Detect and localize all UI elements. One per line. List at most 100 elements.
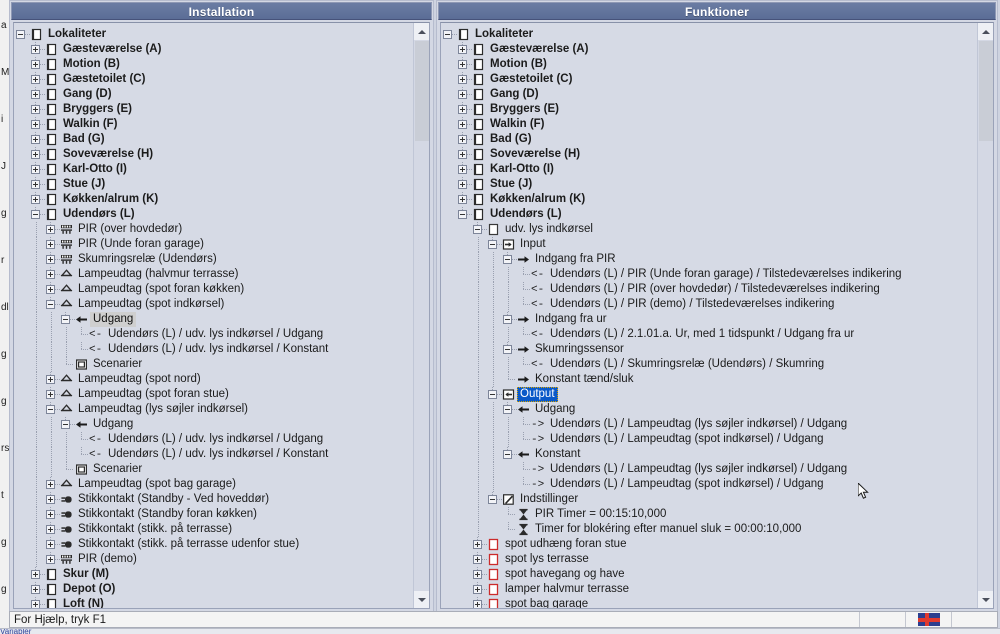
tree-row[interactable]: Stikkontakt (Standby - Ved hoveddør) [14,492,413,507]
tree-expander-plus[interactable] [44,267,59,282]
tree-expander-plus[interactable] [456,117,471,132]
tree-expander-plus[interactable] [471,597,486,608]
tree-row[interactable]: <-Udendørs (L) / udv. lys indkørsel / Ko… [14,447,413,462]
tree-row[interactable]: spot havegang og have [441,567,977,582]
tree-expander-plus[interactable] [44,522,59,537]
tree-row[interactable]: ->Udendørs (L) / Lampeudtag (lys søjler … [441,417,977,432]
tree-row[interactable]: PIR (over hovdedør) [14,222,413,237]
tree-row[interactable]: Gæstetoilet (C) [441,72,977,87]
tree-row[interactable]: Gæstetoilet (C) [14,72,413,87]
tree-row[interactable]: Stikkontakt (stikk. på terrasse udenfor … [14,537,413,552]
tree-expander-plus[interactable] [29,192,44,207]
tree-row[interactable]: Udgang [14,417,413,432]
tree-row[interactable]: Lampeudtag (spot bag garage) [14,477,413,492]
tree-row[interactable]: <-Udendørs (L) / PIR (Unde foran garage)… [441,267,977,282]
tree-expander-plus[interactable] [456,42,471,57]
tree-row[interactable]: spot lys terrasse [441,552,977,567]
tree-row[interactable]: Bad (G) [14,132,413,147]
tree-expander-plus[interactable] [29,57,44,72]
tree-row[interactable]: Lampeudtag (lys søjler indkørsel) [14,402,413,417]
funktioner-vertical-scrollbar[interactable] [977,23,993,608]
tree-expander-plus[interactable] [44,552,59,567]
tree-expander-minus[interactable] [441,27,456,42]
tree-row[interactable]: Udgang [441,402,977,417]
installation-tree-scroll[interactable]: LokaliteterGæsteværelse (A)Motion (B)Gæs… [14,23,413,608]
tree-expander-minus[interactable] [501,447,516,462]
tree-row[interactable]: Karl-Otto (I) [441,162,977,177]
tree-expander-plus[interactable] [44,282,59,297]
scroll-up-icon[interactable] [978,23,994,40]
language-indicator[interactable] [905,612,951,627]
installation-vertical-scrollbar[interactable] [413,23,429,608]
tree-expander-minus[interactable] [486,387,501,402]
tree-row[interactable]: Gang (D) [14,87,413,102]
tree-row[interactable]: Indstillinger [441,492,977,507]
tree-row[interactable]: Bad (G) [441,132,977,147]
tree-row[interactable]: Udendørs (L) [14,207,413,222]
tree-row[interactable]: Køkken/alrum (K) [441,192,977,207]
tree-expander-plus[interactable] [29,87,44,102]
tree-row[interactable]: <-Udendørs (L) / udv. lys indkørsel / Ko… [14,342,413,357]
tree-row[interactable]: Scenarier [14,357,413,372]
tree-expander-minus[interactable] [59,417,74,432]
tree-expander-plus[interactable] [44,507,59,522]
tree-row[interactable]: Stue (J) [441,177,977,192]
tree-row[interactable]: Udgang [14,312,413,327]
tree-row[interactable]: spot udhæng foran stue [441,537,977,552]
tree-expander-minus[interactable] [501,402,516,417]
tree-expander-plus[interactable] [29,582,44,597]
tree-expander-plus[interactable] [29,102,44,117]
tree-expander-plus[interactable] [44,372,59,387]
tree-row[interactable]: PIR (Unde foran garage) [14,237,413,252]
tree-row[interactable]: Walkin (F) [441,117,977,132]
tree-row[interactable]: PIR Timer = 00:15:10,000 [441,507,977,522]
tree-row[interactable]: Lampeudtag (spot foran køkken) [14,282,413,297]
tree-row[interactable]: Bryggers (E) [14,102,413,117]
scrollbar-thumb[interactable] [979,41,993,141]
tree-expander-plus[interactable] [456,102,471,117]
tree-row[interactable]: Input [441,237,977,252]
tree-expander-plus[interactable] [29,147,44,162]
tree-row[interactable]: Lampeudtag (spot nord) [14,372,413,387]
tree-row[interactable]: Udendørs (L) [441,207,977,222]
funktioner-tree[interactable]: LokaliteterGæsteværelse (A)Motion (B)Gæs… [441,23,977,608]
tree-row[interactable]: Loft (N) [14,597,413,608]
tree-row[interactable]: Bryggers (E) [441,102,977,117]
tree-row[interactable]: Output [441,387,977,402]
tree-row[interactable]: Skumringsrelæ (Udendørs) [14,252,413,267]
tree-row[interactable]: Motion (B) [441,57,977,72]
tree-row[interactable]: Konstant [441,447,977,462]
status-resize-grip[interactable] [951,612,997,627]
tree-row[interactable]: Lampeudtag (spot foran stue) [14,387,413,402]
tree-expander-minus[interactable] [44,297,59,312]
tree-expander-plus[interactable] [456,57,471,72]
tree-row[interactable]: Timer for blokéring efter manuel sluk = … [441,522,977,537]
tree-row[interactable]: Skumringssensor [441,342,977,357]
tree-expander-minus[interactable] [44,402,59,417]
tree-row[interactable]: Lampeudtag (halvmur terrasse) [14,267,413,282]
tree-expander-plus[interactable] [471,567,486,582]
tree-row[interactable]: Indgang fra ur [441,312,977,327]
tree-row[interactable]: lamper halvmur terrasse [441,582,977,597]
tree-row[interactable]: Konstant tænd/sluk [441,372,977,387]
scroll-down-icon[interactable] [978,591,994,608]
funktioner-tree-scroll[interactable]: LokaliteterGæsteværelse (A)Motion (B)Gæs… [441,23,977,608]
tree-expander-minus[interactable] [29,207,44,222]
tree-expander-plus[interactable] [456,87,471,102]
tree-expander-plus[interactable] [456,177,471,192]
tree-row[interactable]: <-Udendørs (L) / Skumringsrelæ (Udendørs… [441,357,977,372]
tree-row[interactable]: <-Udendørs (L) / udv. lys indkørsel / Ud… [14,327,413,342]
tree-expander-plus[interactable] [456,192,471,207]
tree-expander-plus[interactable] [456,132,471,147]
tree-row[interactable]: Stue (J) [14,177,413,192]
scroll-down-icon[interactable] [414,591,430,608]
tree-expander-minus[interactable] [486,237,501,252]
tree-expander-plus[interactable] [456,72,471,87]
tree-expander-minus[interactable] [501,312,516,327]
tree-row[interactable]: Karl-Otto (I) [14,162,413,177]
tree-expander-plus[interactable] [456,147,471,162]
tree-expander-plus[interactable] [29,132,44,147]
tree-expander-plus[interactable] [44,537,59,552]
tree-expander-plus[interactable] [29,72,44,87]
scrollbar-thumb[interactable] [415,41,429,141]
